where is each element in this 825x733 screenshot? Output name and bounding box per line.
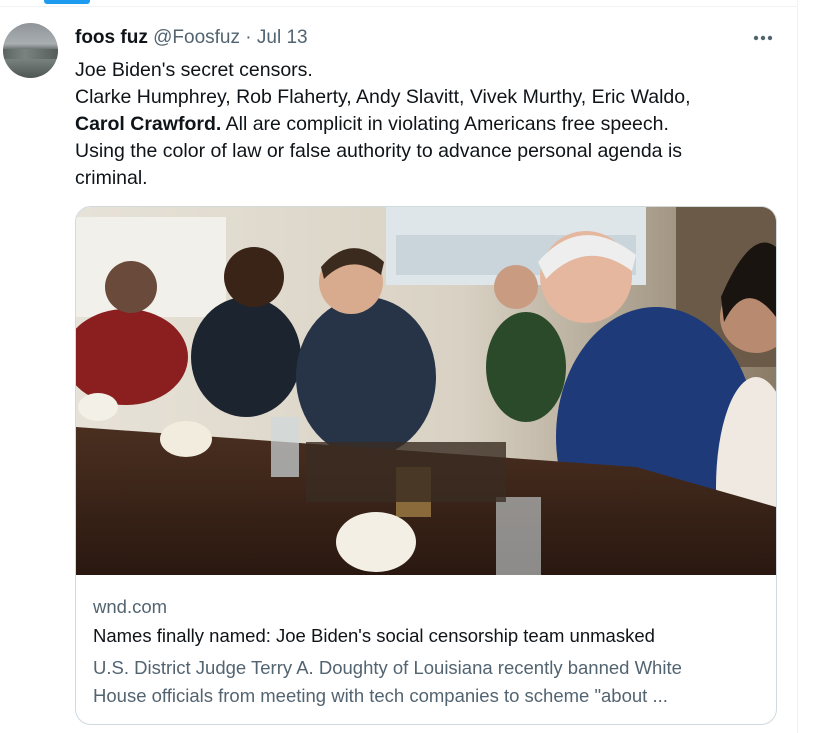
card-image[interactable] xyxy=(76,207,776,575)
avatar-landscape xyxy=(3,49,58,59)
tweet-header: foos fuz @Foosfuz · Jul 13 xyxy=(75,27,308,49)
top-divider xyxy=(0,6,798,7)
tweet-text-line: Carol Crawford. All are complicit in vio… xyxy=(75,111,765,138)
display-name[interactable]: foos fuz xyxy=(75,27,148,48)
link-preview-card[interactable]: wnd.com Names finally named: Joe Biden's… xyxy=(75,206,777,725)
tweet-date[interactable]: Jul 13 xyxy=(257,27,308,48)
more-horizontal-icon[interactable] xyxy=(748,28,778,48)
tweet-text-line: Clarke Humphrey, Rob Flaherty, Andy Slav… xyxy=(75,86,691,108)
column-divider xyxy=(797,0,798,733)
card-description: U.S. District Judge Terry A. Doughty of … xyxy=(93,654,763,710)
tweet-text: Joe Biden's secret censors. Clarke Humph… xyxy=(75,57,765,192)
card-description-line: House officials from meeting with tech c… xyxy=(93,685,668,706)
tab-active-indicator xyxy=(44,0,90,4)
tweet-text-line: criminal. xyxy=(75,167,148,189)
tweet-text-fragment: All are complicit in violating Americans… xyxy=(221,113,669,135)
card-domain: wnd.com xyxy=(93,596,168,617)
card-description-line: U.S. District Judge Terry A. Doughty of … xyxy=(93,657,682,678)
bold-name: Carol Crawford. xyxy=(75,113,222,135)
tweet-text-line: Using the color of law or false authorit… xyxy=(75,140,683,162)
avatar[interactable] xyxy=(3,23,58,78)
tweet-text-line: Joe Biden's secret censors. xyxy=(75,59,313,81)
separator-dot: · xyxy=(245,27,252,48)
card-title[interactable]: Names finally named: Joe Biden's social … xyxy=(93,625,655,647)
user-handle[interactable]: @Foosfuz xyxy=(153,27,240,48)
